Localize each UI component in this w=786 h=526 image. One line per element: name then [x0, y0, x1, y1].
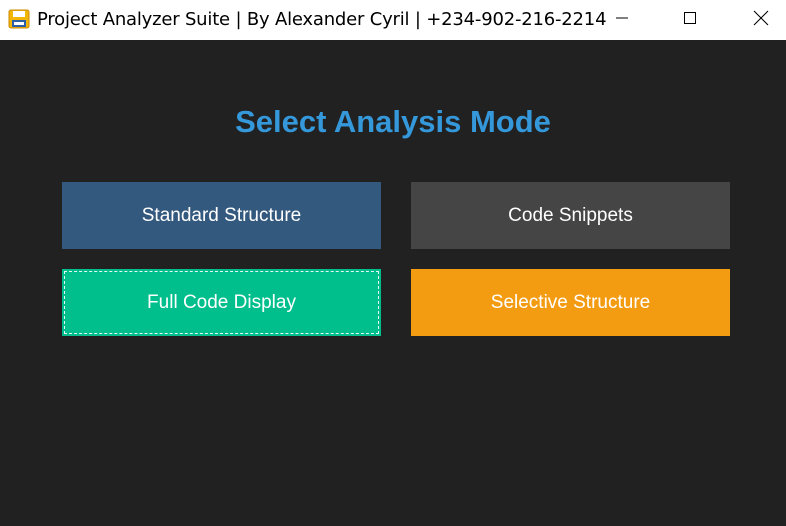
- selective-structure-button[interactable]: Selective Structure: [411, 269, 730, 336]
- app-window: Project Analyzer Suite | By Alexander Cy…: [0, 0, 786, 526]
- code-snippets-button[interactable]: Code Snippets: [411, 182, 730, 249]
- close-button[interactable]: [738, 0, 784, 40]
- floppy-disk-icon: [8, 9, 30, 29]
- full-code-display-button[interactable]: Full Code Display: [62, 269, 381, 336]
- maximize-icon: [683, 11, 697, 30]
- minimize-button[interactable]: [599, 0, 645, 40]
- button-label: Full Code Display: [147, 291, 296, 313]
- page-title: Select Analysis Mode: [235, 104, 551, 139]
- standard-structure-button[interactable]: Standard Structure: [62, 182, 381, 249]
- maximize-button[interactable]: [667, 0, 713, 40]
- title-bar[interactable]: Project Analyzer Suite | By Alexander Cy…: [0, 0, 786, 40]
- minimize-icon: [615, 11, 629, 30]
- window-title: Project Analyzer Suite | By Alexander Cy…: [37, 9, 607, 30]
- button-label: Code Snippets: [508, 204, 633, 226]
- close-icon: [753, 10, 769, 31]
- button-label: Standard Structure: [141, 204, 302, 226]
- main-panel: Select Analysis Mode Standard Structure …: [0, 40, 786, 526]
- button-label: Selective Structure: [490, 291, 651, 313]
